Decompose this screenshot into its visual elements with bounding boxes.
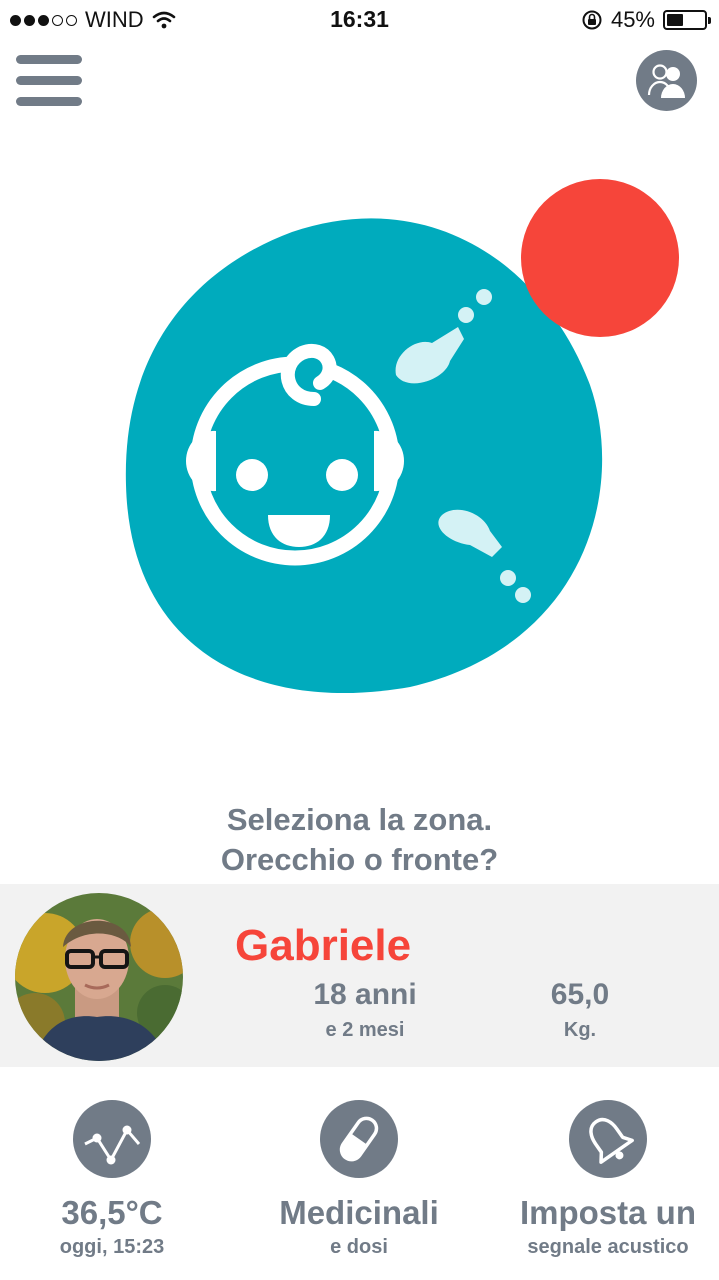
pill-icon: [320, 1100, 398, 1178]
profile-age-months: e 2 mesi: [325, 1019, 405, 1041]
battery-icon: [663, 10, 711, 30]
alarm-title: Imposta un: [519, 1194, 696, 1231]
zone-selector: [125, 179, 679, 694]
avatar-photo: [15, 893, 183, 1061]
profiles-button[interactable]: [636, 50, 697, 111]
profile-name: Gabriele: [235, 921, 412, 970]
last-temperature-time: oggi, 15:23: [59, 1236, 165, 1258]
instruction-line-1: Seleziona la zona.: [226, 802, 493, 837]
alarm-button[interactable]: Imposta un segnale acustico: [493, 1100, 719, 1260]
trend-chart-icon: [73, 1100, 151, 1178]
status-bar: WIND 16:31 45%: [0, 0, 719, 40]
medicines-sub: e dosi: [330, 1236, 388, 1258]
temperature-history-button[interactable]: 36,5°C oggi, 15:23: [0, 1100, 227, 1260]
battery-info: 45%: [581, 7, 711, 33]
avatar[interactable]: [15, 893, 183, 1061]
medicines-button[interactable]: Medicinali e dosi: [244, 1100, 474, 1260]
instruction-line-2: Orecchio o fronte?: [220, 842, 499, 877]
bell-icon: [569, 1100, 647, 1178]
menu-button[interactable]: [16, 55, 82, 107]
rotation-lock-icon: [582, 10, 602, 30]
zone-instruction: Seleziona la zona. Orecchio o fronte?: [0, 800, 719, 880]
profile-weight: 65,0: [550, 978, 610, 1011]
users-icon: [647, 64, 685, 98]
profile-age: 18 anni: [313, 978, 417, 1011]
alarm-sub: segnale acustico: [527, 1236, 689, 1258]
medicines-title: Medicinali: [279, 1194, 439, 1231]
battery-percentage: 45%: [610, 7, 655, 32]
forehead-zone-dot[interactable]: [521, 179, 679, 337]
profile-weight-unit: Kg.: [563, 1019, 597, 1041]
last-temperature: 36,5°C: [61, 1194, 163, 1231]
